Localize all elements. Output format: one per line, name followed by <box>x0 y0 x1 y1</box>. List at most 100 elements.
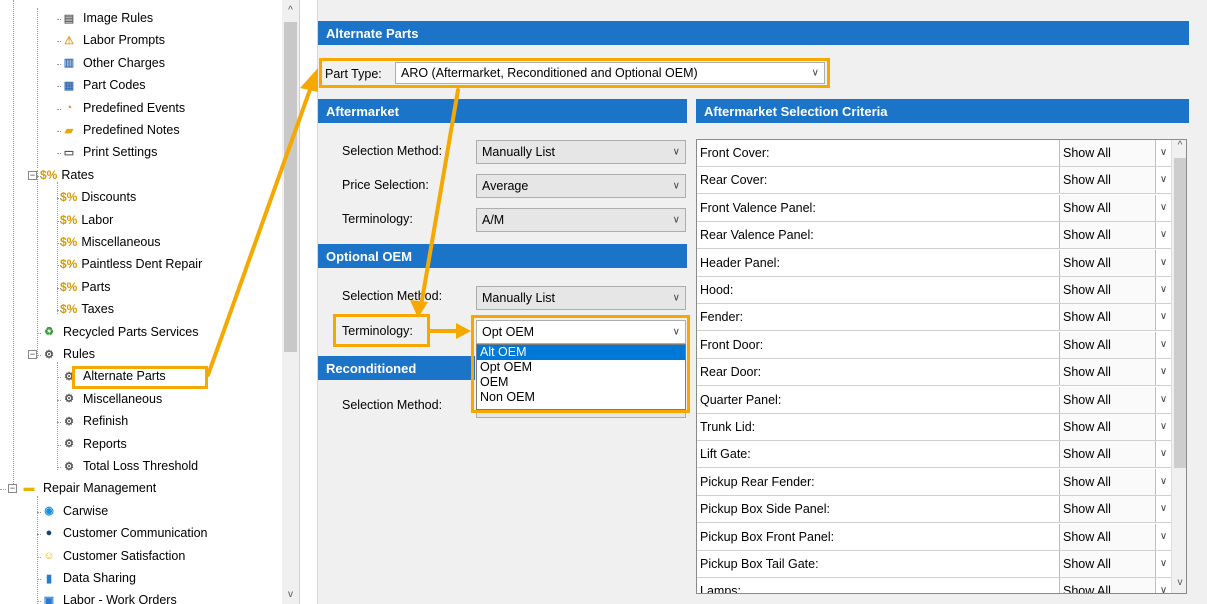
criteria-value-select[interactable]: Show All <box>1059 304 1155 331</box>
tree-item[interactable]: ⚙ Total Loss Threshold <box>60 455 198 477</box>
scroll-down-icon[interactable]: v <box>282 586 299 603</box>
grid-scrollbar[interactable]: ^ v <box>1171 140 1186 593</box>
criteria-value-select[interactable]: Show All <box>1059 277 1155 303</box>
chevron-down-icon[interactable]: ∨ <box>1155 551 1171 577</box>
criteria-value-select[interactable]: Show All <box>1059 578 1155 593</box>
tree-item[interactable]: ⚙ Refinish <box>60 410 128 432</box>
tree-item-label: Repair Management <box>43 481 157 496</box>
tree-item[interactable]: ▬ Repair Management <box>20 477 157 499</box>
criteria-value-select[interactable]: Show All <box>1059 331 1155 358</box>
tree-item[interactable]: ▤ Image Rules <box>60 7 153 29</box>
chevron-down-icon[interactable]: ∨ <box>1155 222 1171 249</box>
tree-guide <box>57 377 61 379</box>
tree-item[interactable]: $% Labor <box>60 209 113 231</box>
tree-item-label: Parts <box>81 279 111 294</box>
chevron-down-icon[interactable]: ∨ <box>1155 194 1171 221</box>
chevron-down-icon[interactable]: ∨ <box>1155 468 1171 495</box>
dropdown-option[interactable]: OEM <box>477 375 685 390</box>
tree-item[interactable]: ▥ Other Charges <box>60 52 165 74</box>
chevron-down-icon[interactable]: ∨ <box>1155 140 1171 166</box>
tree-item[interactable]: ♻ Recycled Parts Services <box>40 321 198 343</box>
tree-item[interactable]: ● Customer Communication <box>40 522 208 544</box>
scroll-thumb[interactable] <box>284 22 297 352</box>
chevron-down-icon[interactable]: ∨ <box>1155 523 1171 550</box>
printer-icon: ▭ <box>63 146 75 159</box>
tree-item[interactable]: ▰ Predefined Notes <box>60 119 180 141</box>
chevron-down-icon[interactable]: ∨ <box>1155 331 1171 358</box>
dropdown-option[interactable]: Opt OEM <box>477 360 685 375</box>
chevron-down-icon[interactable]: ∨ <box>1155 386 1171 413</box>
rates-icon: $% <box>40 167 58 182</box>
criteria-value-select[interactable]: Show All <box>1059 496 1155 523</box>
part-type-value: ARO (Aftermarket, Reconditioned and Opti… <box>401 66 698 80</box>
tree-item[interactable]: $% Discounts <box>60 186 136 208</box>
scroll-down-icon[interactable]: v <box>1172 577 1186 593</box>
chevron-down-icon[interactable]: ∨ <box>1155 249 1171 276</box>
tree-item[interactable]: ⚙ Reports <box>60 433 127 455</box>
tree-item[interactable]: ▣ Labor - Work Orders <box>40 589 177 604</box>
tree-item[interactable]: $% Paintless Dent Repair <box>60 253 202 275</box>
rc-selection-method-label: Selection Method: <box>342 398 443 412</box>
tree-item[interactable]: ⚙ Rules <box>40 343 95 365</box>
rates-icon: $% <box>60 235 78 249</box>
dropdown-option[interactable]: Alt OEM <box>477 345 685 360</box>
criteria-grid[interactable]: Front Cover: Show All ∨ Rear Cover: Show All… <box>696 139 1187 594</box>
criteria-part-name: Rear Door: <box>700 365 762 380</box>
tree-guide <box>37 511 41 513</box>
criteria-value-select[interactable]: Show All <box>1059 359 1155 386</box>
collapse-icon[interactable]: − <box>8 484 17 494</box>
scroll-thumb[interactable] <box>1174 158 1186 468</box>
rules-icon: ⚙ <box>64 460 74 473</box>
criteria-value-select[interactable]: Show All <box>1059 551 1155 577</box>
criteria-value-select[interactable]: Show All <box>1059 194 1155 221</box>
oem-selection-method-select[interactable]: Manually List ∨ <box>476 286 686 310</box>
chevron-down-icon[interactable]: ∨ <box>1155 359 1171 386</box>
navigation-tree[interactable]: ▤ Image Rules ⚠ Labor Prompts ▥ Other Charges… <box>0 0 300 604</box>
am-selection-method-select[interactable]: Manually List ∨ <box>476 140 686 164</box>
criteria-value-select[interactable]: Show All <box>1059 441 1155 468</box>
chevron-down-icon[interactable]: ∨ <box>1155 441 1171 468</box>
criteria-value-select[interactable]: Show All <box>1059 386 1155 413</box>
part-type-select[interactable]: ARO (Aftermarket, Reconditioned and Opti… <box>395 62 825 84</box>
criteria-value-select[interactable]: Show All <box>1059 414 1155 440</box>
tree-item[interactable]: $% Taxes <box>60 298 114 320</box>
collapse-icon[interactable]: − <box>28 170 37 180</box>
chevron-down-icon[interactable]: ∨ <box>1155 414 1171 440</box>
terminology-dropdown-list[interactable]: Alt OEM Opt OEM OEM Non OEM <box>476 344 686 410</box>
chevron-down-icon[interactable]: ∨ <box>1155 167 1171 194</box>
chevron-down-icon[interactable]: ∨ <box>1155 277 1171 303</box>
criteria-value-select[interactable]: Show All <box>1059 222 1155 249</box>
dropdown-option[interactable]: Non OEM <box>477 390 685 405</box>
criteria-value-select[interactable]: Show All <box>1059 167 1155 194</box>
tree-item[interactable]: ⚠ Labor Prompts <box>60 29 165 51</box>
criteria-value-select[interactable]: Show All <box>1059 249 1155 276</box>
chevron-down-icon[interactable]: ∨ <box>1155 496 1171 523</box>
criteria-value-select[interactable]: Show All <box>1059 523 1155 550</box>
chevron-down-icon[interactable]: ∨ <box>1155 578 1171 593</box>
collapse-icon[interactable]: − <box>28 350 37 359</box>
scroll-up-icon[interactable]: ^ <box>282 2 299 19</box>
scroll-up-icon[interactable]: ^ <box>1172 140 1186 156</box>
tree-item[interactable]: ▭ Print Settings <box>60 141 158 163</box>
tree-item[interactable]: $% Miscellaneous <box>60 231 161 253</box>
criteria-value-select[interactable]: Show All <box>1059 140 1155 166</box>
tree-item[interactable]: ⚙ Miscellaneous <box>60 388 162 410</box>
tree-item[interactable]: ⚙ Alternate Parts <box>60 365 166 387</box>
chevron-down-icon: ∨ <box>672 292 680 304</box>
price-selection-select[interactable]: Average ∨ <box>476 174 686 198</box>
oem-terminology-select[interactable]: Opt OEM ∨ <box>476 320 686 344</box>
page-title: Alternate Parts <box>318 21 1189 45</box>
tree-item[interactable]: $% Parts <box>60 276 111 298</box>
tree-item[interactable]: ▮ Data Sharing <box>40 567 136 589</box>
tree-item[interactable]: ☺ Customer Satisfaction <box>40 545 185 567</box>
tree-guide <box>37 556 41 558</box>
chevron-down-icon[interactable]: ∨ <box>1155 304 1171 331</box>
tree-item[interactable]: ◉ Carwise <box>40 500 108 522</box>
tree-item[interactable]: ▦ Part Codes <box>60 74 146 96</box>
tree-item[interactable]: ◔ Predefined Events <box>60 97 185 119</box>
criteria-part-name: Front Valence Panel: <box>700 200 816 215</box>
am-terminology-select[interactable]: A/M ∨ <box>476 208 686 232</box>
criteria-value-select[interactable]: Show All <box>1059 468 1155 495</box>
tree-item[interactable]: $% Rates <box>40 164 94 186</box>
tree-scrollbar[interactable]: ^ v <box>282 0 299 604</box>
